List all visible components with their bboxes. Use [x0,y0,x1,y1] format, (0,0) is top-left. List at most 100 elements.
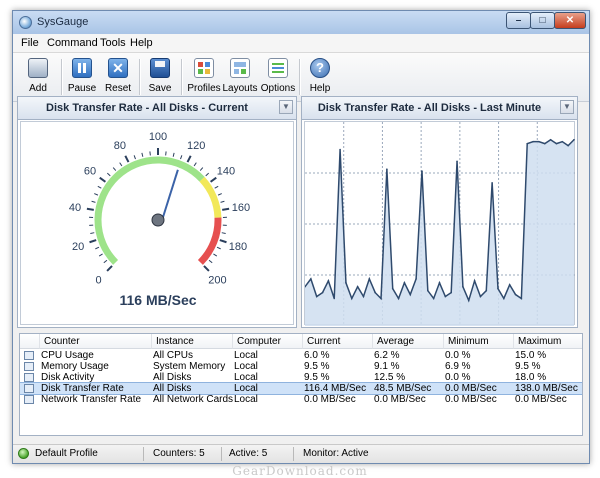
gauge-band-1 [202,179,218,217]
gauge-tick-label: 100 [149,131,167,143]
add-label: Add [13,83,63,94]
cell-current: 6.0 % [304,350,330,361]
status-profile: Default Profile [35,448,98,459]
transfer-rate-graph [305,122,576,326]
table-row[interactable]: CPU UsageAll CPUsLocal6.0 %6.2 %0.0 %15.… [20,350,582,361]
table-row[interactable]: Network Transfer RateAll Network CardsLo… [20,394,582,405]
cell-computer: Local [234,361,258,372]
status-divider [143,447,144,461]
gauge-tick [90,240,97,242]
gauge-tick [125,156,128,162]
menu-tools[interactable]: Tools [100,37,126,49]
gauge-tick [188,156,191,162]
counter-chart-icon [24,362,34,371]
counter-chart-icon [24,395,34,404]
column-header-maximum[interactable]: Maximum [514,334,583,349]
table-row[interactable]: Disk Transfer RateAll DisksLocal116.4 MB… [20,383,582,394]
cell-average: 6.2 % [374,350,400,361]
gauge-tick-label: 120 [187,140,205,152]
gauge-tick [217,247,221,249]
watermark: GearDownload.com [0,464,600,478]
data-point [310,278,312,280]
area-fill [305,140,574,326]
layouts-icon [230,58,250,78]
table-row[interactable]: Disk ActivityAll DisksLocal9.5 %12.5 %0.… [20,372,582,383]
data-point [480,296,482,298]
reset-icon: ✕ [108,58,128,78]
table-row[interactable]: Memory UsageSystem MemoryLocal9.5 %9.1 %… [20,361,582,372]
gauge-tick-label: 200 [208,274,226,286]
data-point [380,298,382,300]
gauge-tick-label: 60 [84,166,96,178]
save-button[interactable]: Save [141,56,179,98]
data-point [339,149,341,151]
speedometer-gauge: 020406080100120140160180200116 MB/Sec [21,122,295,326]
data-point [357,286,359,288]
data-point [532,141,534,143]
options-button[interactable]: Options [259,56,297,98]
gauge-panel-dropdown[interactable]: ▼ [279,100,293,114]
status-divider [293,447,294,461]
column-header-computer[interactable]: Computer [233,334,303,349]
gauge-tick [113,168,116,171]
data-point [550,139,552,141]
data-point [462,286,464,288]
cell-counter: Disk Activity [41,372,94,383]
data-point [322,292,324,294]
gauge-tick [173,153,174,157]
window-title: SysGauge [37,16,88,28]
minimize-button[interactable]: – [506,12,531,29]
column-header-counter[interactable]: Counter [40,334,152,349]
maximize-button[interactable]: □ [530,12,555,29]
column-header-current[interactable]: Current [303,334,373,349]
cell-minimum: 0.0 MB/Sec [445,394,497,405]
gauge-tick [211,178,217,182]
gauge-tick-label: 180 [229,241,247,253]
reset-button[interactable]: ✕ Reset [99,56,137,98]
data-point [345,282,347,284]
data-point [474,280,476,282]
data-point [333,298,335,300]
gauge-tick [200,168,203,171]
help-button[interactable]: ? Help [301,56,339,98]
gauge-tick [94,194,98,196]
cell-maximum: 18.0 % [515,372,546,383]
close-button[interactable]: ✕ [554,12,586,29]
add-button[interactable]: Add [19,56,57,98]
graph-area [304,121,575,325]
help-icon: ? [310,58,330,78]
data-point [456,160,458,162]
gauge-tick [107,266,112,271]
app-icon [19,16,32,29]
graph-panel-header: Disk Transfer Rate - All Disks - Last Mi… [302,97,577,120]
gauge-tick-label: 40 [69,202,81,214]
profiles-icon [194,58,214,78]
gauge-hub [152,214,164,226]
toolbar: Add Pause ✕ Reset Save [13,53,589,102]
data-point [409,294,411,296]
menu-file[interactable]: File [21,37,39,49]
menu-help[interactable]: Help [130,37,153,49]
title-bar[interactable]: SysGauge – □ ✕ [13,11,589,34]
gauge-area: 020406080100120140160180200116 MB/Sec [20,121,294,325]
column-header-minimum[interactable]: Minimum [444,334,514,349]
cell-computer: Local [234,394,258,405]
gauge-tick [204,266,209,271]
gauge-panel: Disk Transfer Rate - All Disks - Current… [17,96,297,328]
cell-minimum: 0.0 % [445,350,471,361]
data-point [386,168,388,170]
graph-panel-title: Disk Transfer Rate - All Disks - Last Mi… [302,102,557,114]
cell-computer: Local [234,350,258,361]
cell-average: 0.0 MB/Sec [374,394,426,405]
graph-panel: Disk Transfer Rate - All Disks - Last Mi… [301,96,578,328]
status-active: Active: 5 [229,448,267,459]
gauge-tick [180,155,181,159]
gauge-tick [194,163,196,166]
column-header-instance[interactable]: Instance [152,334,233,349]
column-header-average[interactable]: Average [373,334,444,349]
cell-minimum: 0.0 MB/Sec [445,383,497,394]
graph-panel-dropdown[interactable]: ▼ [560,100,574,114]
data-point [526,143,528,145]
menu-command[interactable]: Command [47,37,98,49]
gauge-tick-label: 80 [114,140,126,152]
